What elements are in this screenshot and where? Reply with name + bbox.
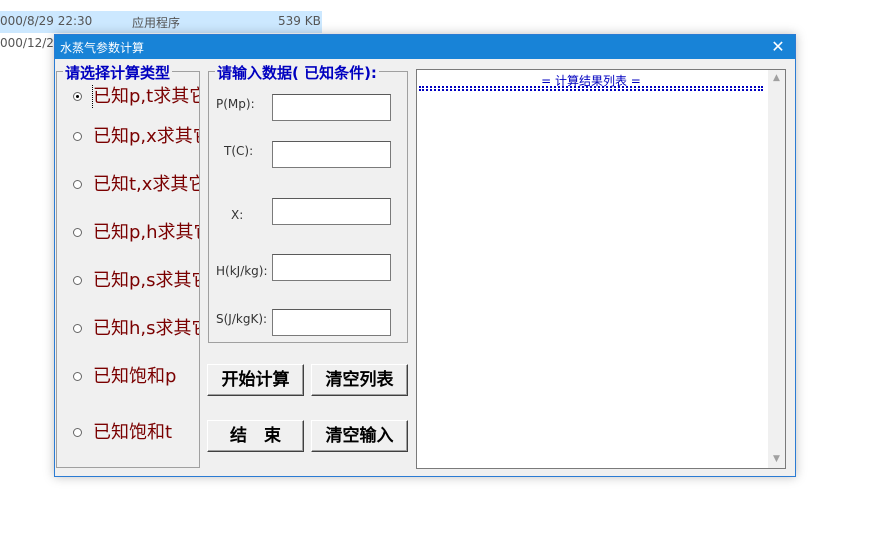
result-list[interactable]: = 计算结果列表 = ▲ ▼: [416, 69, 786, 469]
radio-label: 已知p,s求其它: [93, 270, 199, 291]
radio-label: 已知饱和p: [93, 366, 177, 387]
radio-label: 已知h,s求其它: [93, 318, 199, 339]
radio-icon: [73, 276, 82, 285]
file-row[interactable]: 000/8/29 22:30 应用程序 539 KB: [0, 11, 322, 33]
file-type: 应用程序: [132, 16, 181, 30]
window-title: 水蒸气参数计算: [60, 41, 145, 55]
radio-option-ps[interactable]: 已知p,s求其它: [63, 269, 199, 293]
close-icon[interactable]: ✕: [761, 35, 795, 59]
calc-type-group: 请选择计算类型 已知p,t求其它 已知p,x求其它 已知t,x求其它 已知p,h…: [56, 62, 200, 468]
file-size: 539 KB: [278, 14, 321, 28]
radio-icon: [73, 324, 82, 333]
p-input[interactable]: [272, 94, 391, 121]
steam-calc-window: 水蒸气参数计算 ✕ 请选择计算类型 已知p,t求其它 已知p,x求其它 已知t,…: [54, 34, 796, 477]
radio-option-sat-p[interactable]: 已知饱和p: [63, 365, 199, 389]
title-bar[interactable]: 水蒸气参数计算 ✕: [55, 35, 795, 59]
h-label: H(kJ/kg):: [216, 264, 268, 278]
radio-icon: [73, 180, 82, 189]
s-input[interactable]: [272, 309, 391, 336]
radio-option-pt[interactable]: 已知p,t求其它: [63, 85, 199, 109]
chevron-down-icon[interactable]: ▼: [768, 451, 785, 468]
radio-icon: [73, 92, 82, 101]
radio-label: 已知饱和t: [93, 422, 173, 443]
radio-option-tx[interactable]: 已知t,x求其它: [63, 173, 199, 197]
radio-option-ph[interactable]: 已知p,h求其它: [63, 221, 199, 245]
radio-icon: [73, 132, 82, 141]
h-input[interactable]: [272, 254, 391, 281]
radio-label: 已知p,h求其它: [93, 222, 199, 243]
radio-option-hs[interactable]: 已知h,s求其它: [63, 317, 199, 341]
vertical-scrollbar[interactable]: ▲ ▼: [768, 70, 785, 468]
calc-type-title: 请选择计算类型: [63, 62, 173, 83]
file-date: 000/8/29 22:30: [0, 14, 93, 28]
radio-option-sat-t[interactable]: 已知饱和t: [63, 421, 199, 445]
chevron-up-icon[interactable]: ▲: [768, 70, 785, 87]
clear-list-button[interactable]: 清空列表: [311, 364, 408, 396]
radio-label: 已知p,x求其它: [93, 126, 199, 147]
file-date: 000/12/27: [0, 36, 62, 50]
radio-label: 已知p,t求其它: [91, 85, 199, 109]
t-label: T(C):: [224, 144, 254, 158]
radio-icon: [73, 228, 82, 237]
radio-icon: [73, 372, 82, 381]
radio-option-px[interactable]: 已知p,x求其它: [63, 125, 199, 149]
p-label: P(Mp):: [216, 97, 255, 111]
x-label: X:: [231, 208, 244, 222]
input-group-title: 请输入数据( 已知条件):: [215, 62, 379, 83]
input-group: 请输入数据( 已知条件): P(Mp): T(C): X: H(kJ/kg): …: [208, 62, 408, 343]
start-calc-button[interactable]: 开始计算: [207, 364, 304, 396]
radio-icon: [73, 428, 82, 437]
clear-input-button[interactable]: 清空输入: [311, 420, 408, 452]
radio-label: 已知t,x求其它: [93, 174, 199, 195]
x-input[interactable]: [272, 198, 391, 225]
s-label: S(J/kgK):: [216, 312, 268, 326]
result-header-divider: [419, 86, 763, 91]
file-row[interactable]: 000/12/27: [0, 33, 62, 55]
end-button[interactable]: 结 束: [207, 420, 304, 452]
t-input[interactable]: [272, 141, 391, 168]
